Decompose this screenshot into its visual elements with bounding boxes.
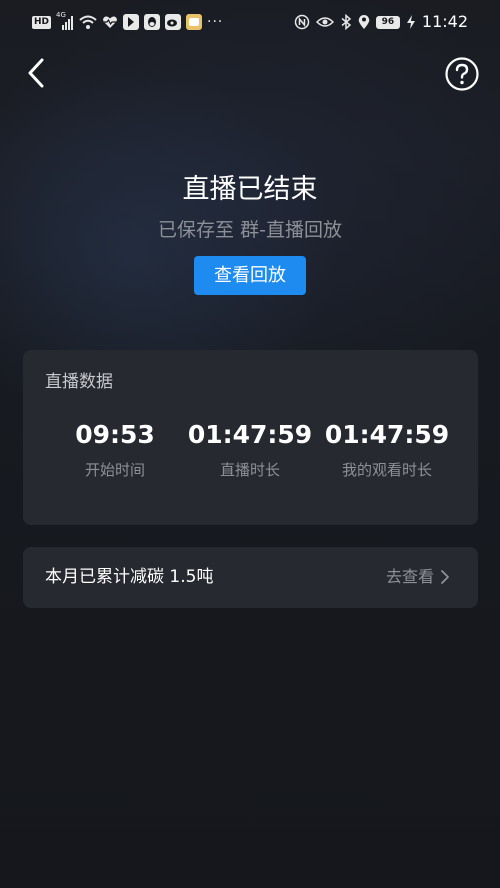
view-carbon-label: 去查看 [385,567,434,586]
stat-value: 01:47:59 [187,420,313,449]
location-icon [358,14,370,30]
more-notifications-icon: ··· [207,14,224,30]
view-replay-button[interactable]: 查看回放 [194,256,306,295]
hd-badge: HD [32,15,52,29]
bluetooth-icon [340,14,352,30]
battery-icon: 96 [375,15,400,29]
message-notification-icon [186,14,203,30]
help-button[interactable] [444,56,480,92]
stat-live-duration: 01:47:59 直播时长 [180,418,320,481]
status-time: 11:42 [421,12,468,31]
weibo-notification-icon [165,14,182,30]
nfc-icon [294,14,310,30]
stat-start-time: 09:53 开始时间 [45,418,185,481]
status-bar: HD 4G ··· 96 11:42 [0,0,500,44]
question-circle-icon [445,57,479,91]
heart-rate-icon [102,14,118,30]
carbon-reduction-row[interactable]: 本月已累计减碳 1.5吨 去查看 [23,547,478,608]
stat-label: 直播时长 [219,461,280,479]
chevron-left-icon [28,58,44,88]
qq-notification-icon [144,14,161,30]
stat-label: 我的观看时长 [341,461,432,479]
stats-card-title: 直播数据 [45,372,113,392]
live-stats-card: 直播数据 09:53 开始时间 01:47:59 直播时长 01:47:59 我… [23,350,478,525]
stat-watch-duration: 01:47:59 我的观看时长 [317,418,457,481]
status-bar-right: 96 11:42 [294,12,468,32]
wifi-icon [79,14,97,30]
stat-value: 01:47:59 [324,420,450,449]
stat-value: 09:53 [75,420,155,449]
signal-icon: 4G [56,11,74,30]
eye-icon [315,14,334,30]
saved-location-text: 已保存至 群-直播回放 [158,219,342,241]
network-type-label: 4G [56,11,66,19]
charging-icon [406,14,416,30]
chevron-right-icon [441,570,449,584]
page-title: 直播已结束 [182,174,318,205]
status-bar-left: HD 4G ··· [32,11,224,32]
screen: HD 4G ··· 96 11:42 直播已结束 已保存至 群-直播回放 查看回… [0,0,500,888]
stat-label: 开始时间 [84,461,145,479]
view-carbon-link[interactable]: 去查看 [386,565,450,589]
app-notification-icon [123,14,140,30]
back-button[interactable] [18,55,54,91]
carbon-reduction-text: 本月已累计减碳 1.5吨 [45,567,214,587]
